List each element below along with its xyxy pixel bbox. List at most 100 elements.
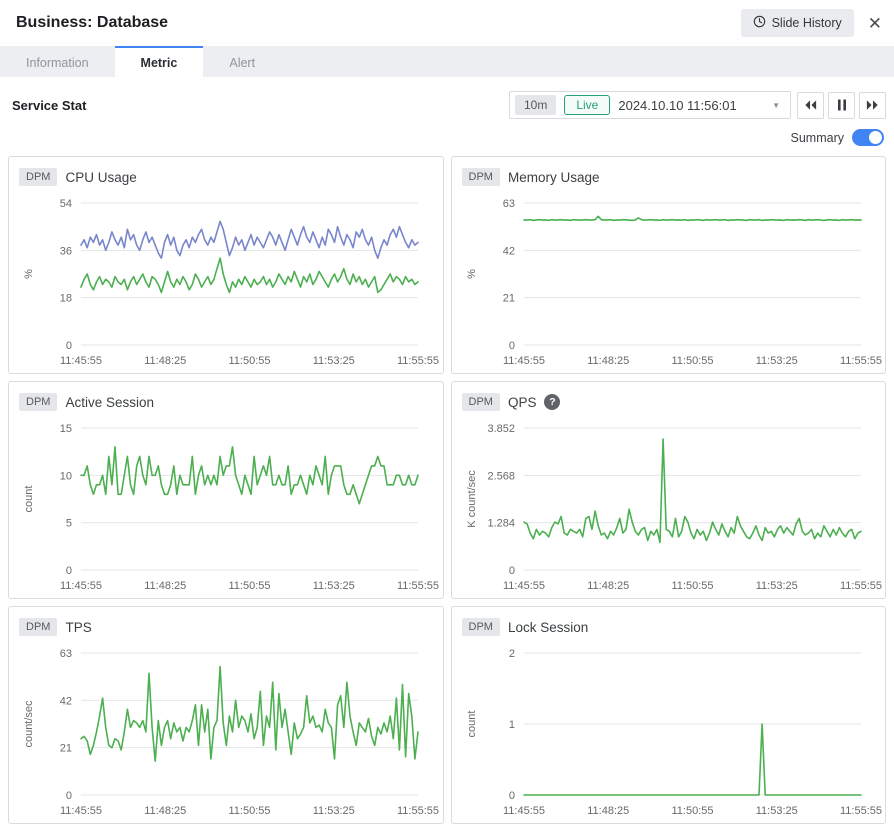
panel-title: Lock Session: [508, 620, 588, 635]
series-line: [81, 258, 418, 292]
x-tick-label: 11:53:25: [313, 805, 355, 817]
x-tick-label: 11:48:25: [587, 355, 629, 367]
series-line: [524, 216, 861, 220]
cpu-usage-chart: 0 18 36 54% 11:45:55 11:48:25 11:50:55 11:53:25…: [19, 191, 432, 371]
help-icon[interactable]: ?: [544, 394, 560, 410]
y-tick-label: 0: [66, 565, 72, 577]
y-axis-unit-label: K count/sec: [466, 470, 478, 528]
pause-icon: [837, 99, 847, 111]
datetime-value: 2024.10.10 11:56:01: [618, 98, 758, 113]
x-tick-label: 11:45:55: [60, 580, 102, 592]
y-tick-label: 63: [60, 648, 72, 660]
tab-label: Alert: [229, 56, 255, 70]
x-tick-label: 11:48:25: [587, 580, 629, 592]
series-line: [81, 667, 418, 762]
x-tick-label: 11:50:55: [671, 355, 713, 367]
clock-icon: [753, 15, 766, 31]
x-tick-label: 11:53:25: [755, 580, 797, 592]
tab-label: Information: [26, 56, 89, 70]
x-tick-label: 11:50:55: [671, 805, 713, 817]
chart-grid: DPM CPU Usage 0183654%11:45:5511:48:2511…: [8, 156, 886, 824]
pause-button[interactable]: [828, 92, 855, 119]
time-range-selector[interactable]: 10m Live 2024.10.10 11:56:01 ▼: [509, 91, 791, 119]
y-tick-label: 1.284: [487, 518, 515, 530]
active-session-chart: 051015count11:45:5511:48:2511:50:5511:53…: [19, 416, 432, 596]
panel-memory-usage: DPM Memory Usage 0214263%11:45:5511:48:2…: [451, 156, 887, 374]
y-tick-label: 5: [66, 518, 72, 530]
tab-information[interactable]: Information: [0, 46, 115, 77]
panel-active-session: DPM Active Session 051015count11:45:5511…: [8, 381, 444, 599]
panel-title: TPS: [65, 620, 91, 635]
chevron-down-icon[interactable]: ▼: [772, 101, 780, 110]
qps-chart: 01.2842.5683.852K count/sec11:45:5511:48…: [462, 416, 875, 596]
fast-forward-icon: [865, 99, 880, 111]
dpm-badge: DPM: [19, 618, 57, 636]
panel-header: DPM Memory Usage: [462, 165, 876, 189]
x-tick-label: 11:48:25: [144, 805, 186, 817]
y-tick-label: 18: [60, 293, 72, 305]
y-axis-unit-label: count/sec: [23, 700, 35, 748]
close-icon[interactable]: ✕: [868, 15, 882, 32]
y-tick-label: 0: [66, 790, 72, 802]
y-tick-label: 1: [508, 719, 514, 731]
panel-header: DPM CPU Usage: [19, 165, 433, 189]
y-axis-unit-label: %: [23, 269, 35, 279]
panel-title: CPU Usage: [65, 170, 136, 185]
y-tick-label: 2.568: [487, 470, 515, 482]
x-tick-label: 11:53:25: [755, 805, 797, 817]
dpm-badge: DPM: [462, 168, 500, 186]
panel-cpu-usage: DPM CPU Usage 0 18 36 54% 11:45:55 11:48:25 11…: [8, 156, 444, 374]
dpm-badge: DPM: [19, 393, 57, 411]
x-tick-label: 11:45:55: [502, 355, 544, 367]
y-axis-unit-label: count: [23, 486, 35, 513]
live-badge: Live: [564, 95, 610, 115]
fast-forward-button[interactable]: [859, 92, 886, 119]
tps-chart: 0214263count/sec11:45:5511:48:2511:50:55…: [19, 641, 432, 821]
page-title: Business: Database: [16, 14, 741, 32]
tab-metric[interactable]: Metric: [115, 46, 204, 77]
summary-label: Summary: [791, 131, 844, 145]
y-tick-label: 3.852: [487, 423, 515, 435]
x-tick-label: 11:50:55: [228, 355, 270, 367]
x-tick-label: 11:45:55: [60, 355, 102, 367]
y-tick-label: 0: [508, 565, 514, 577]
x-tick-label: 11:48:25: [587, 805, 629, 817]
x-tick-label: 11:45:55: [60, 805, 102, 817]
panel-tps: DPM TPS 0214263count/sec11:45:5511:48:25…: [8, 606, 444, 824]
slide-history-label: Slide History: [772, 16, 842, 30]
panel-title: Memory Usage: [508, 170, 600, 185]
x-tick-label: 11:55:55: [839, 805, 881, 817]
series-line: [524, 724, 861, 795]
y-tick-label: 54: [60, 198, 72, 210]
range-chip[interactable]: 10m: [515, 95, 556, 115]
panel-title: QPS: [508, 395, 537, 410]
rewind-icon: [803, 99, 818, 111]
y-tick-label: 21: [60, 743, 72, 755]
x-tick-label: 11:48:25: [144, 355, 186, 367]
tab-label: Metric: [141, 56, 178, 70]
dpm-badge: DPM: [19, 168, 57, 186]
y-tick-label: 0: [66, 340, 72, 352]
x-tick-label: 11:55:55: [397, 355, 439, 367]
memory-usage-chart: 0214263%11:45:5511:48:2511:50:5511:53:25…: [462, 191, 875, 371]
x-tick-label: 11:55:55: [839, 580, 881, 592]
rewind-button[interactable]: [797, 92, 824, 119]
y-tick-label: 2: [508, 648, 514, 660]
y-axis-unit-label: count: [466, 711, 478, 738]
x-tick-label: 11:50:55: [671, 580, 713, 592]
controls-row: Service Stat 10m Live 2024.10.10 11:56:0…: [0, 77, 894, 119]
tab-alert[interactable]: Alert: [203, 46, 281, 77]
x-tick-label: 11:50:55: [228, 580, 270, 592]
summary-toggle[interactable]: [852, 129, 884, 146]
panel-header: DPM TPS: [19, 615, 433, 639]
dpm-badge: DPM: [462, 618, 500, 636]
slide-history-button[interactable]: Slide History: [741, 9, 854, 37]
x-tick-label: 11:53:25: [313, 580, 355, 592]
y-tick-label: 36: [60, 245, 72, 257]
section-title: Service Stat: [12, 98, 509, 113]
dpm-badge: DPM: [462, 393, 500, 411]
panel-qps: DPM QPS ? 0 1.284 2.568 3.852 K count/sec 11:…: [451, 381, 887, 599]
panel-header: DPM Active Session: [19, 390, 433, 414]
x-tick-label: 11:53:25: [313, 355, 355, 367]
toggle-knob: [869, 131, 882, 144]
